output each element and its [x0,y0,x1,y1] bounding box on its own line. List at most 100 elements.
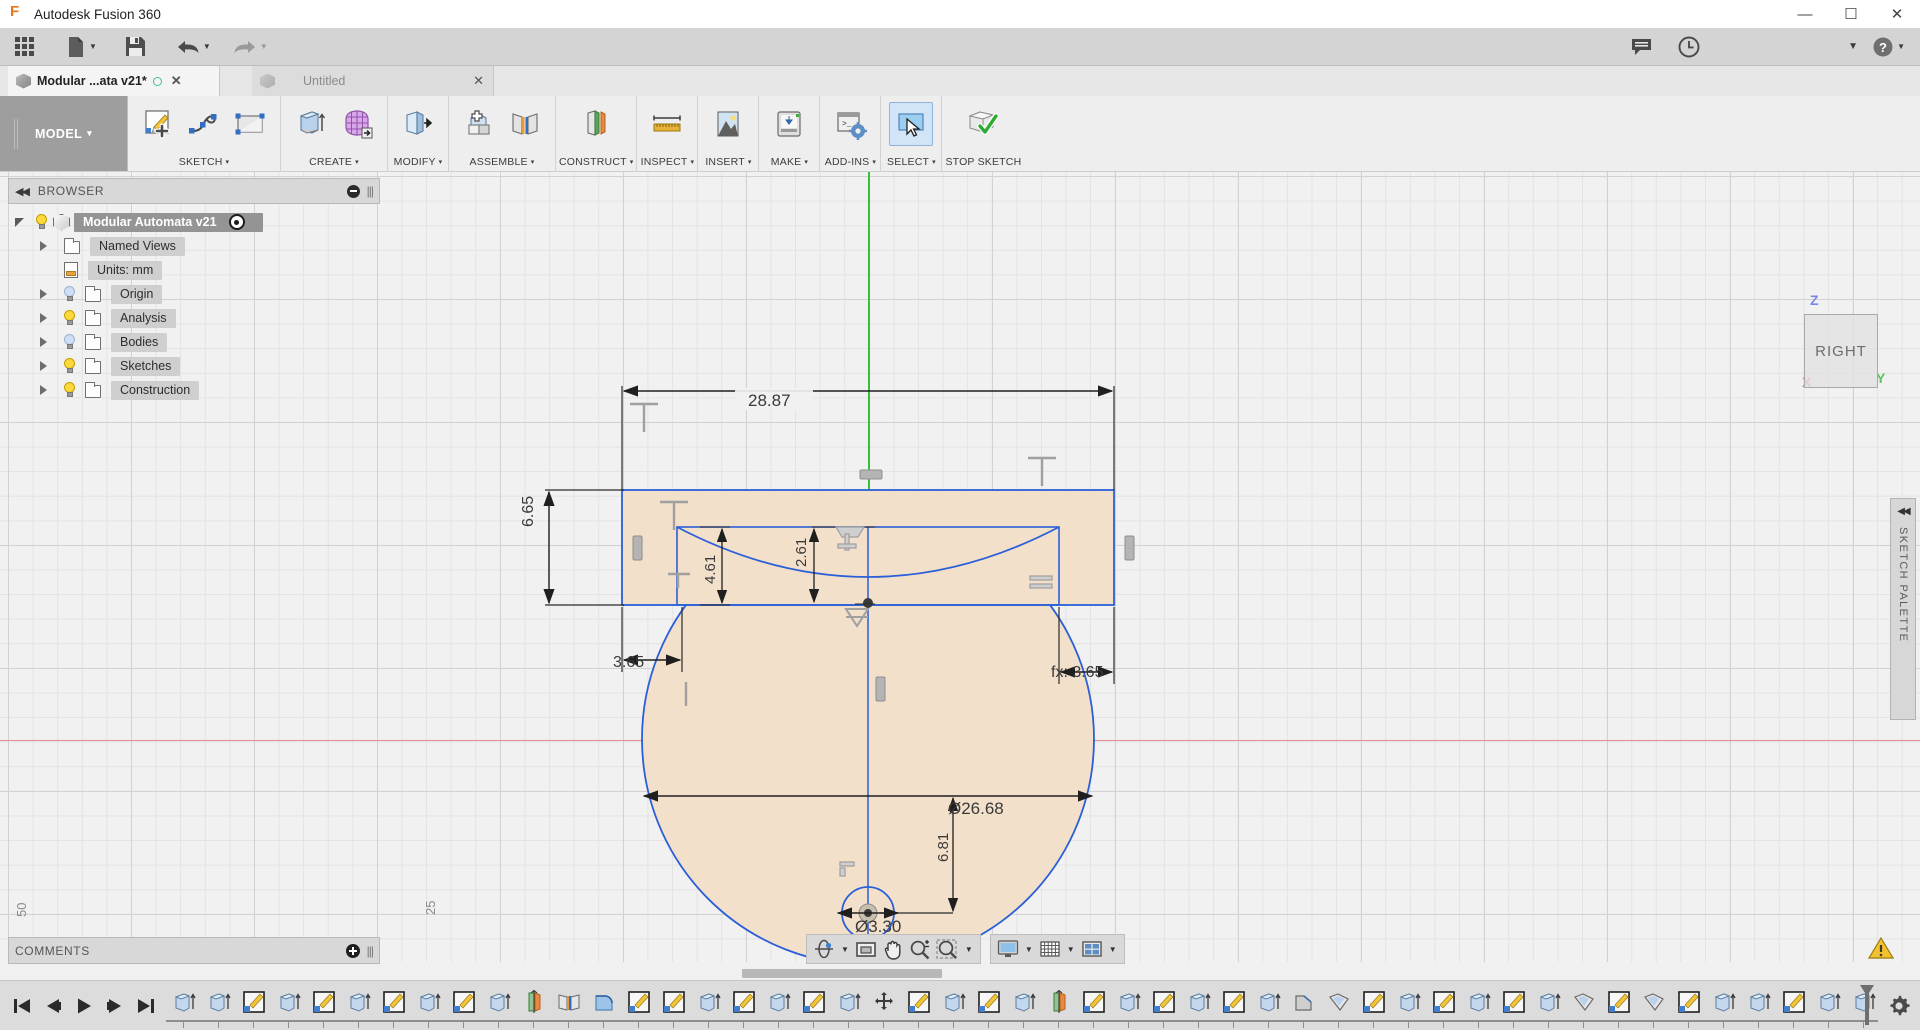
timeline-feature-extrude[interactable] [1741,986,1776,1018]
browser-header[interactable]: ◀◀ BROWSER ||| [8,178,380,204]
timeline-feature-sketch[interactable] [726,986,761,1018]
timeline-feature-sketch[interactable] [1671,986,1706,1018]
display-settings-button[interactable] [995,936,1021,962]
look-at-button[interactable] [853,936,879,962]
new-component-button[interactable] [457,102,501,146]
ribbon-group-label-insert[interactable]: INSERT ▾ [705,152,751,171]
timeline-feature-mirror[interactable] [551,986,586,1018]
form-button[interactable] [335,102,379,146]
app-grid-button[interactable] [8,31,41,63]
ribbon-group-label-assemble[interactable]: ASSEMBLE ▾ [470,152,535,171]
chevron-down-icon[interactable]: ▼ [1064,945,1078,954]
activate-target-icon[interactable] [229,214,245,230]
save-button[interactable] [118,31,153,63]
ribbon-group-label-modify[interactable]: MODIFY ▾ [394,152,443,171]
pan-button[interactable] [880,936,906,962]
visibility-bulb-icon[interactable] [62,382,77,399]
timeline-feature-extrude[interactable] [936,986,971,1018]
timeline-feature-sketch[interactable] [1146,986,1181,1018]
expand-triangle-open-icon[interactable] [8,218,30,227]
ribbon-group-label-create[interactable]: CREATE ▾ [309,152,359,171]
expand-triangle-icon[interactable] [32,361,54,371]
comments-panel[interactable]: COMMENTS ||| [8,937,380,964]
timeline-feature-plane[interactable] [1636,986,1671,1018]
timeline-track[interactable] [166,981,1878,1030]
workspace-selector[interactable]: MODEL ▾ [0,96,128,171]
viewcube-face-label[interactable]: RIGHT [1804,314,1878,388]
grid-snaps-button[interactable] [1037,936,1063,962]
timeline-feature-extrude[interactable] [1461,986,1496,1018]
timeline-feature-extrude[interactable] [1006,986,1041,1018]
timeline-feature-sketch[interactable] [376,986,411,1018]
timeline-feature-extrude[interactable] [1111,986,1146,1018]
collapse-left-icon[interactable]: ◀◀ [15,185,28,198]
timeline-feature-extrude[interactable] [166,986,201,1018]
rectangle-button[interactable] [228,102,272,146]
job-status-button[interactable] [1670,31,1708,63]
minimize-button[interactable]: — [1782,0,1828,28]
timeline-feature-extrude[interactable] [341,986,376,1018]
zoom-button[interactable] [907,936,933,962]
expand-triangle-icon[interactable] [32,289,54,299]
circle-diameter-dimension-label[interactable]: Ø26.68 [948,799,1004,819]
width-dimension-label[interactable]: 28.87 [748,391,791,411]
timeline-feature-move[interactable] [866,986,901,1018]
ribbon-group-label-make[interactable]: MAKE ▾ [771,152,808,171]
timeline-feature-revolve[interactable] [516,986,551,1018]
close-icon[interactable]: ✕ [470,73,487,89]
offset-plane-button[interactable] [574,102,618,146]
timeline-marker-icon[interactable] [1858,983,1876,1027]
timeline-play-button[interactable] [70,992,98,1020]
plus-circle-icon[interactable] [346,944,360,958]
expand-triangle-icon[interactable] [32,313,54,323]
minus-circle-icon[interactable] [347,185,360,198]
ribbon-group-label-inspect[interactable]: INSPECT ▾ [641,152,695,171]
spline-button[interactable] [182,102,226,146]
timeline-feature-plane[interactable] [1566,986,1601,1018]
timeline-feature-sketch[interactable] [236,986,271,1018]
timeline-step-forward-button[interactable] [101,992,129,1020]
timeline-step-back-button[interactable] [39,992,67,1020]
timeline-feature-sketch[interactable] [306,986,341,1018]
timeline-feature-sketch[interactable] [1426,986,1461,1018]
chevron-down-icon[interactable]: ▼ [962,945,976,954]
center-height-dimension-label[interactable]: 6.81 [935,833,952,862]
file-button[interactable]: ▼ [59,31,104,63]
measure-button[interactable] [645,102,689,146]
timeline-feature-sketch[interactable] [971,986,1006,1018]
account-menu-button[interactable]: ▼ [1838,31,1865,63]
press-pull-button[interactable] [396,102,440,146]
timeline-settings-button[interactable] [1878,994,1920,1018]
status-warning[interactable] [1868,936,1894,960]
visibility-bulb-icon[interactable] [62,310,77,327]
redo-button[interactable]: ▼ [226,31,275,63]
arc-depth-dimension-label[interactable]: 2.61 [793,538,810,567]
right-offset-dimension-label[interactable]: fx: 3.65 [1051,664,1103,682]
timeline-feature-sketch[interactable] [796,986,831,1018]
tree-item-root[interactable]: Modular Automata v21 [8,210,380,234]
height-dimension-label[interactable]: 6.65 [520,496,538,527]
comments-button[interactable] [1624,31,1660,63]
visibility-bulb-icon[interactable] [62,334,77,351]
timeline-feature-sketch[interactable] [1776,986,1811,1018]
close-icon[interactable]: ✕ [168,73,185,89]
timeline-feature-revolve[interactable] [1041,986,1076,1018]
grip-handle-icon[interactable]: ||| [367,944,373,958]
timeline-end-button[interactable] [132,992,160,1020]
timeline-feature-sketch[interactable] [656,986,691,1018]
arc-offset-dimension-label[interactable]: 4.61 [702,555,719,584]
timeline-feature-sketch[interactable] [1496,986,1531,1018]
timeline-feature-extrude[interactable] [831,986,866,1018]
timeline-feature-sketch[interactable] [1601,986,1636,1018]
tree-item-named-views[interactable]: Named Views [8,234,380,258]
insert-mcmaster-button[interactable] [706,102,750,146]
timeline-feature-sketch[interactable] [621,986,656,1018]
visibility-bulb-icon[interactable] [34,214,49,231]
sketch-palette-tab[interactable]: ◀◀ SKETCH PALETTE [1890,498,1916,720]
timeline-feature-sketch[interactable] [1216,986,1251,1018]
timeline-feature-extrude[interactable] [691,986,726,1018]
3d-print-button[interactable] [767,102,811,146]
orbit-button[interactable] [811,936,837,962]
help-button[interactable]: ? ▼ [1865,31,1912,63]
timeline-feature-extrude[interactable] [271,986,306,1018]
